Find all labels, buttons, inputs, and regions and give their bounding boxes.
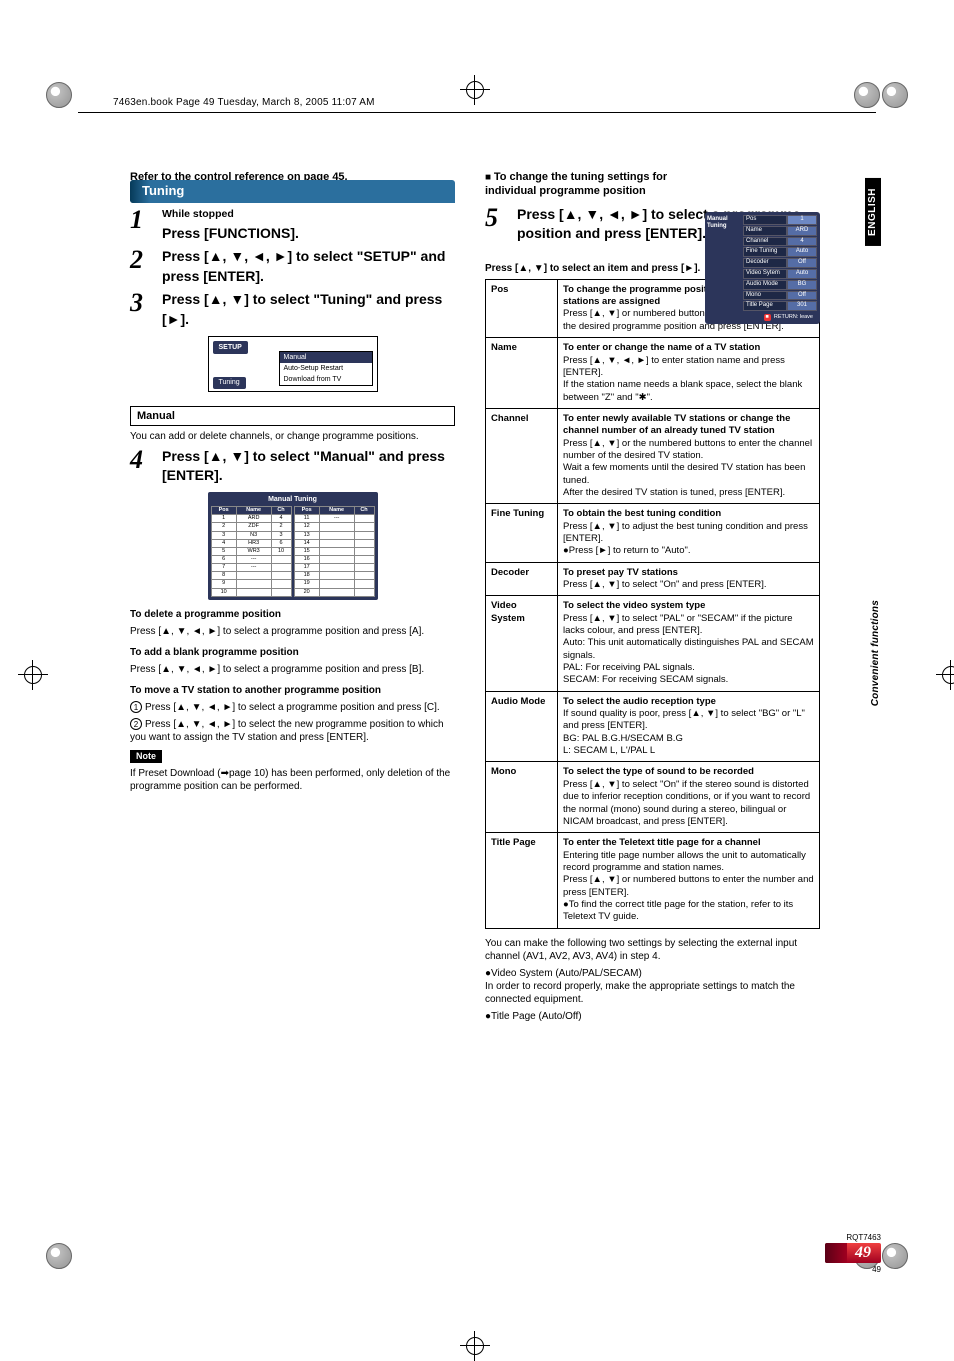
rqt-code: RQT7463 <box>846 1233 881 1242</box>
table-row: DecoderTo preset pay TV stationsPress [▲… <box>486 562 820 596</box>
move-head: To move a TV station to another programm… <box>130 684 455 697</box>
move-2: 2Press [▲, ▼, ◄, ►] to select the new pr… <box>130 718 455 744</box>
manual-panel: Manual Tuning PosNameCh 1ARD42ZDF23N334H… <box>208 492 378 600</box>
change-head: ■ To change the tuning settings for indi… <box>485 170 695 199</box>
channel-table-left: PosNameCh 1ARD42ZDF23N334HR365WR310 6---… <box>211 506 292 597</box>
table-row: Audio ModeTo select the audio reception … <box>486 691 820 762</box>
add-text: Press [▲, ▼, ◄, ►] to select a programme… <box>130 663 455 676</box>
channel-table-right: PosNameCh 11---12131415 1617181920 <box>294 506 375 597</box>
circ-2-icon: 2 <box>130 718 142 730</box>
table-row: MonoTo select the type of sound to be re… <box>486 762 820 833</box>
tail1: ●Video System (Auto/PAL/SECAM) In order … <box>485 967 820 1006</box>
settings-side-label: Manual Tuning <box>707 216 739 230</box>
setup-tab: SETUP <box>213 341 248 354</box>
settings-tbl: Pos1 NameARD Channel4 Fine TuningAuto De… <box>743 215 817 311</box>
step-number: 3 <box>130 290 152 316</box>
step-number: 4 <box>130 447 152 473</box>
step-2: 2 Press [▲, ▼, ◄, ►] to select "SETUP" a… <box>130 247 455 286</box>
page-body: Refer to the control reference on page 4… <box>130 170 820 1271</box>
page-footer: RQT7463 49 49 <box>825 1233 881 1274</box>
tail2: ●Title Page (Auto/Off) <box>485 1010 820 1023</box>
step-3: 3 Press [▲, ▼] to select "Tuning" and pr… <box>130 290 455 329</box>
add-head: To add a blank programme position <box>130 646 455 659</box>
setup-item: Auto-Setup Restart <box>280 363 372 374</box>
note-text: If Preset Download (➡page 10) has been p… <box>130 767 455 793</box>
setup-item: Manual <box>280 352 372 363</box>
orb-icon <box>854 82 880 108</box>
step1-text: Press [FUNCTIONS]. <box>162 225 299 241</box>
tuning-tab: Tuning <box>213 377 246 388</box>
manual-subhead: Manual <box>130 406 455 426</box>
settings-table: PosTo change the programme position in w… <box>485 279 820 929</box>
setup-items: Manual Auto-Setup Restart Download from … <box>279 351 373 386</box>
bookmark-line: 7463en.book Page 49 Tuesday, March 8, 20… <box>113 97 375 108</box>
manual-desc: You can add or delete channels, or chang… <box>130 430 455 443</box>
step-4: 4 Press [▲, ▼] to select "Manual" and pr… <box>130 447 455 486</box>
step-number: 1 <box>130 207 152 233</box>
step-number: 5 <box>485 205 507 231</box>
table-row: ChannelTo enter newly available TV stati… <box>486 408 820 503</box>
bookmark-rule <box>78 112 876 113</box>
step4-text: Press [▲, ▼] to select "Manual" and pres… <box>162 447 455 486</box>
tail: You can make the following two settings … <box>485 937 820 963</box>
left-column: Tuning 1 While stopped Press [FUNCTIONS]… <box>130 170 455 793</box>
move-1: 1Press [▲, ▼, ◄, ►] to select a programm… <box>130 701 455 714</box>
table-row: Fine TuningTo obtain the best tuning con… <box>486 504 820 562</box>
side-tab-english: ENGLISH <box>865 178 881 246</box>
page-number-big: 49 <box>825 1243 881 1263</box>
step-1: 1 While stopped Press [FUNCTIONS]. <box>130 207 455 243</box>
settings-foot: ■RETURN: leave <box>708 312 817 321</box>
right-column: ■ To change the tuning settings for indi… <box>485 170 820 1023</box>
side-tab-convenient: Convenient functions <box>870 600 881 706</box>
setup-item: Download from TV <box>280 374 372 385</box>
circ-1-icon: 1 <box>130 701 142 713</box>
table-row: NameTo enter or change the name of a TV … <box>486 338 820 409</box>
step2-text: Press [▲, ▼, ◄, ►] to select "SETUP" and… <box>162 247 455 286</box>
step1-sub: While stopped <box>162 207 455 222</box>
table-row: Video SystemTo select the video system t… <box>486 596 820 691</box>
settings-panel: Manual Tuning Pos1 NameARD Channel4 Fine… <box>705 212 820 324</box>
table-row: Title PageTo enter the Teletext title pa… <box>486 833 820 928</box>
page-number-small: 49 <box>825 1265 881 1274</box>
orb-icon <box>46 82 72 108</box>
return-icon: ■ <box>764 314 771 321</box>
orb-icon <box>882 82 908 108</box>
step3-text: Press [▲, ▼] to select "Tuning" and pres… <box>162 290 455 329</box>
delete-head: To delete a programme position <box>130 608 455 621</box>
orb-icon <box>46 1243 72 1269</box>
note-tag: Note <box>130 750 162 764</box>
manual-panel-hdr: Manual Tuning <box>211 495 375 504</box>
delete-text: Press [▲, ▼, ◄, ►] to select a programme… <box>130 625 455 638</box>
section-tuning: Tuning <box>130 180 455 203</box>
step-number: 2 <box>130 247 152 273</box>
orb-icon <box>882 1243 908 1269</box>
setup-panel: SETUP Manual Auto-Setup Restart Download… <box>208 336 378 392</box>
